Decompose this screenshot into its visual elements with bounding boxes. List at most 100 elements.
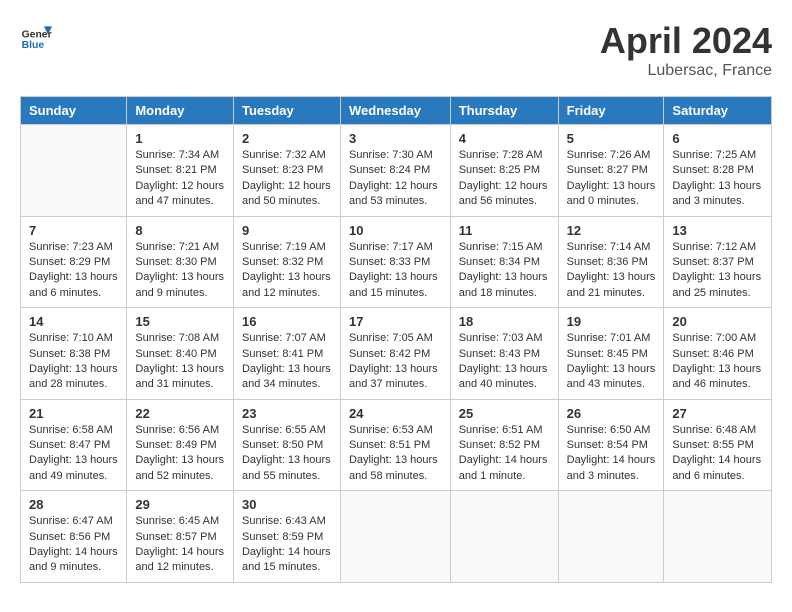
day-number: 13 [672, 223, 763, 238]
day-cell: 22Sunrise: 6:56 AM Sunset: 8:49 PM Dayli… [127, 399, 234, 491]
day-info: Sunrise: 7:03 AM Sunset: 8:43 PM Dayligh… [459, 331, 550, 393]
column-header-sunday: Sunday [21, 97, 127, 125]
day-number: 22 [135, 406, 225, 421]
week-row-4: 21 Sunrise: 6:58 AM Sunset: 8:47 PM Dayli… [21, 399, 772, 491]
page-header: General Blue April 2024 Lubersac, France [20, 20, 772, 80]
day-number: 6 [672, 131, 763, 146]
day-number: 29 [135, 497, 225, 512]
day-info: Sunrise: 6:51 AM Sunset: 8:52 PM Dayligh… [459, 423, 550, 485]
day-cell: 29 Sunrise: 6:45 AM Sunset: 8:57 PM Dayli… [127, 491, 234, 583]
day-info: Sunrise: 7:34 AM Sunset: 8:21 PM Dayligh… [135, 148, 225, 210]
day-cell: 25 Sunrise: 6:51 AM Sunset: 8:52 PM Dayli… [450, 399, 558, 491]
day-number: 14 [29, 314, 118, 329]
week-row-2: 7 Sunrise: 7:23 AM Sunset: 8:29 PM Daylig… [21, 216, 772, 308]
day-cell: 11 Sunrise: 7:15 AM Sunset: 8:34 PM Dayli… [450, 216, 558, 308]
day-info: Sunrise: 6:48 AM Sunset: 8:55 PM Dayligh… [672, 423, 763, 485]
day-number: 18 [459, 314, 550, 329]
day-cell: 2 Sunrise: 7:32 AM Sunset: 8:23 PM Daylig… [233, 125, 340, 217]
title-block: April 2024 Lubersac, France [600, 20, 772, 80]
day-info: Sunrise: 6:58 AM Sunset: 8:47 PM Dayligh… [29, 423, 118, 485]
day-info: Sunrise: 6:55 AM Sunset: 8:50 PM Dayligh… [242, 423, 332, 485]
day-cell: 6 Sunrise: 7:25 AM Sunset: 8:28 PM Daylig… [664, 125, 772, 217]
day-info: Sunrise: 6:45 AM Sunset: 8:57 PM Dayligh… [135, 514, 225, 576]
day-cell [450, 491, 558, 583]
day-cell: 23 Sunrise: 6:55 AM Sunset: 8:50 PM Dayli… [233, 399, 340, 491]
day-cell: 21 Sunrise: 6:58 AM Sunset: 8:47 PM Dayli… [21, 399, 127, 491]
day-cell: 3 Sunrise: 7:30 AM Sunset: 8:24 PM Daylig… [340, 125, 450, 217]
day-cell: 27 Sunrise: 6:48 AM Sunset: 8:55 PM Dayli… [664, 399, 772, 491]
day-info: Sunrise: 6:50 AM Sunset: 8:54 PM Dayligh… [567, 423, 656, 485]
day-number: 3 [349, 131, 442, 146]
day-cell: 9Sunrise: 7:19 AM Sunset: 8:32 PM Daylig… [233, 216, 340, 308]
day-number: 25 [459, 406, 550, 421]
day-number: 15 [135, 314, 225, 329]
day-cell: 1 Sunrise: 7:34 AM Sunset: 8:21 PM Daylig… [127, 125, 234, 217]
day-cell [664, 491, 772, 583]
day-info: Sunrise: 7:26 AM Sunset: 8:27 PM Dayligh… [567, 148, 656, 210]
day-cell: 19Sunrise: 7:01 AM Sunset: 8:45 PM Dayli… [558, 308, 664, 400]
day-cell: 24 Sunrise: 6:53 AM Sunset: 8:51 PM Dayli… [340, 399, 450, 491]
day-cell: 10 Sunrise: 7:17 AM Sunset: 8:33 PM Dayli… [340, 216, 450, 308]
column-header-saturday: Saturday [664, 97, 772, 125]
day-cell: 5 Sunrise: 7:26 AM Sunset: 8:27 PM Daylig… [558, 125, 664, 217]
column-header-tuesday: Tuesday [233, 97, 340, 125]
week-row-3: 14Sunrise: 7:10 AM Sunset: 8:38 PM Dayli… [21, 308, 772, 400]
day-number: 23 [242, 406, 332, 421]
day-info: Sunrise: 7:23 AM Sunset: 8:29 PM Dayligh… [29, 240, 118, 302]
day-number: 2 [242, 131, 332, 146]
day-cell [558, 491, 664, 583]
logo: General Blue [20, 20, 52, 52]
day-cell: 17Sunrise: 7:05 AM Sunset: 8:42 PM Dayli… [340, 308, 450, 400]
day-cell: 28 Sunrise: 6:47 AM Sunset: 8:56 PM Dayli… [21, 491, 127, 583]
day-info: Sunrise: 7:12 AM Sunset: 8:37 PM Dayligh… [672, 240, 763, 302]
day-info: Sunrise: 7:08 AM Sunset: 8:40 PM Dayligh… [135, 331, 225, 393]
column-header-thursday: Thursday [450, 97, 558, 125]
day-cell: 8Sunrise: 7:21 AM Sunset: 8:30 PM Daylig… [127, 216, 234, 308]
day-number: 28 [29, 497, 118, 512]
day-number: 20 [672, 314, 763, 329]
day-number: 4 [459, 131, 550, 146]
day-info: Sunrise: 6:47 AM Sunset: 8:56 PM Dayligh… [29, 514, 118, 576]
day-cell: 16Sunrise: 7:07 AM Sunset: 8:41 PM Dayli… [233, 308, 340, 400]
day-number: 24 [349, 406, 442, 421]
day-number: 19 [567, 314, 656, 329]
column-header-wednesday: Wednesday [340, 97, 450, 125]
day-cell [340, 491, 450, 583]
day-cell: 15 Sunrise: 7:08 AM Sunset: 8:40 PM Dayli… [127, 308, 234, 400]
day-info: Sunrise: 7:28 AM Sunset: 8:25 PM Dayligh… [459, 148, 550, 210]
day-cell: 30 Sunrise: 6:43 AM Sunset: 8:59 PM Dayli… [233, 491, 340, 583]
day-number: 8 [135, 223, 225, 238]
day-info: Sunrise: 7:05 AM Sunset: 8:42 PM Dayligh… [349, 331, 442, 393]
day-info: Sunrise: 7:00 AM Sunset: 8:46 PM Dayligh… [672, 331, 763, 393]
day-cell: 13 Sunrise: 7:12 AM Sunset: 8:37 PM Dayli… [664, 216, 772, 308]
day-info: Sunrise: 7:32 AM Sunset: 8:23 PM Dayligh… [242, 148, 332, 210]
column-header-monday: Monday [127, 97, 234, 125]
day-number: 9 [242, 223, 332, 238]
column-header-row: SundayMondayTuesdayWednesdayThursdayFrid… [21, 97, 772, 125]
day-number: 27 [672, 406, 763, 421]
day-info: Sunrise: 6:53 AM Sunset: 8:51 PM Dayligh… [349, 423, 442, 485]
day-cell: 20 Sunrise: 7:00 AM Sunset: 8:46 PM Dayli… [664, 308, 772, 400]
day-info: Sunrise: 7:25 AM Sunset: 8:28 PM Dayligh… [672, 148, 763, 210]
week-row-5: 28 Sunrise: 6:47 AM Sunset: 8:56 PM Dayli… [21, 491, 772, 583]
day-number: 30 [242, 497, 332, 512]
day-cell: 12Sunrise: 7:14 AM Sunset: 8:36 PM Dayli… [558, 216, 664, 308]
day-number: 7 [29, 223, 118, 238]
day-info: Sunrise: 7:30 AM Sunset: 8:24 PM Dayligh… [349, 148, 442, 210]
day-number: 12 [567, 223, 656, 238]
day-number: 11 [459, 223, 550, 238]
month-year: April 2024 [600, 20, 772, 62]
day-info: Sunrise: 7:15 AM Sunset: 8:34 PM Dayligh… [459, 240, 550, 302]
day-number: 5 [567, 131, 656, 146]
day-number: 10 [349, 223, 442, 238]
logo-icon: General Blue [20, 20, 52, 52]
day-cell: 18 Sunrise: 7:03 AM Sunset: 8:43 PM Dayli… [450, 308, 558, 400]
day-cell: 26 Sunrise: 6:50 AM Sunset: 8:54 PM Dayli… [558, 399, 664, 491]
svg-text:Blue: Blue [22, 40, 45, 51]
day-number: 1 [135, 131, 225, 146]
day-number: 26 [567, 406, 656, 421]
day-info: Sunrise: 6:43 AM Sunset: 8:59 PM Dayligh… [242, 514, 332, 576]
week-row-1: 1 Sunrise: 7:34 AM Sunset: 8:21 PM Daylig… [21, 125, 772, 217]
day-number: 21 [29, 406, 118, 421]
day-info: Sunrise: 7:17 AM Sunset: 8:33 PM Dayligh… [349, 240, 442, 302]
